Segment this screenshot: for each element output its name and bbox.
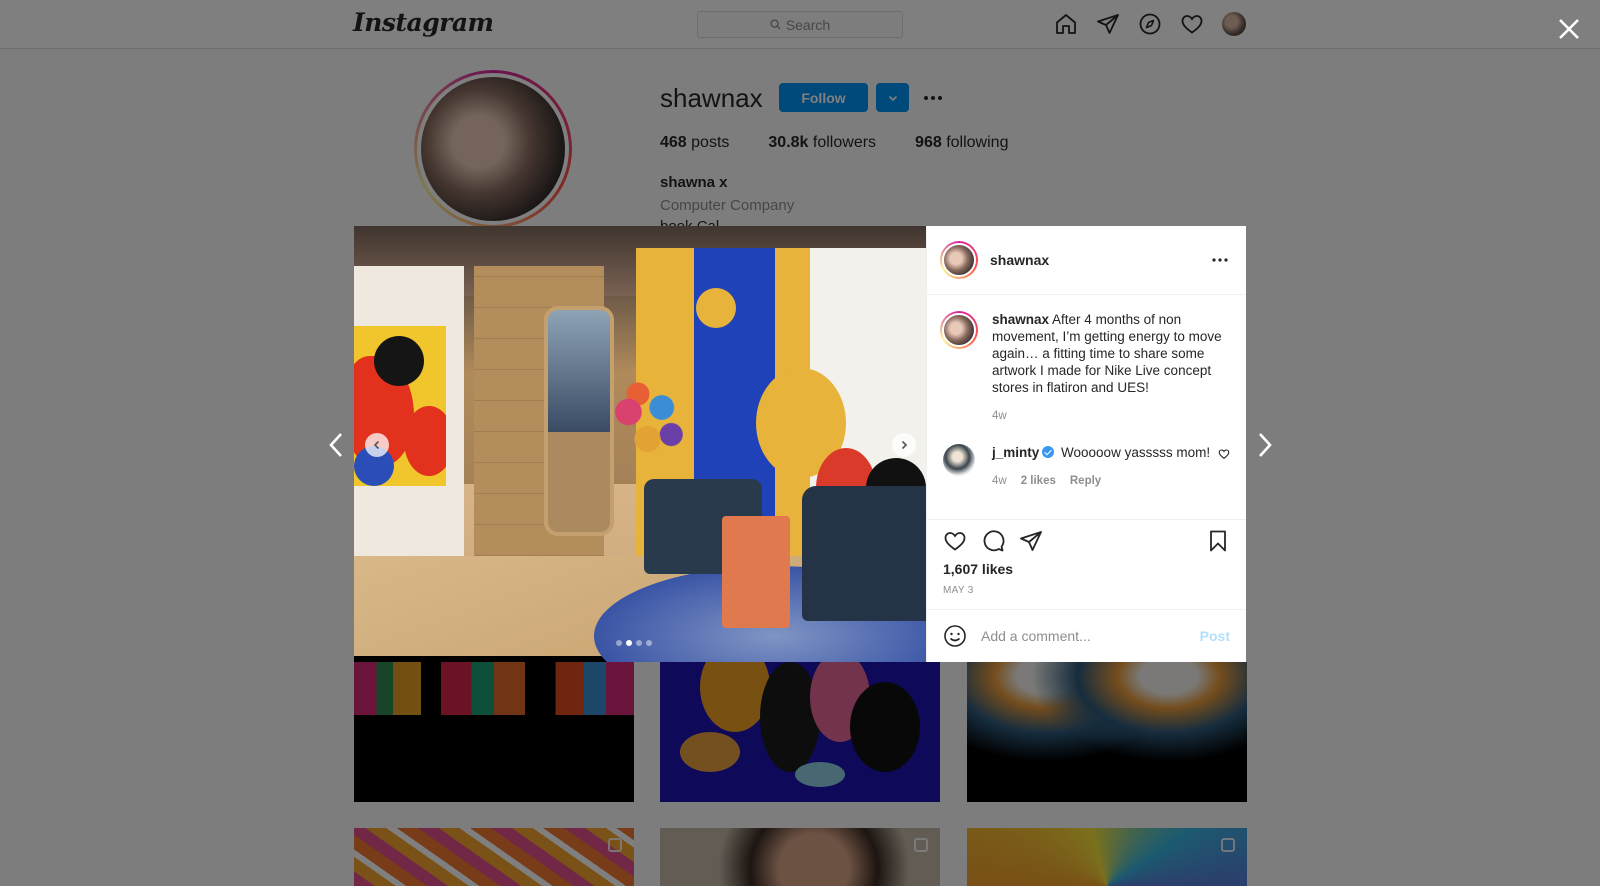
carousel-next-button[interactable] bbox=[892, 433, 916, 457]
verified-badge-icon bbox=[1042, 446, 1055, 458]
like-heart-icon[interactable] bbox=[943, 529, 967, 553]
post-photo bbox=[354, 226, 926, 662]
carousel-indicators bbox=[616, 640, 652, 646]
previous-post-arrow-icon[interactable] bbox=[323, 430, 349, 460]
carousel-previous-button[interactable] bbox=[365, 433, 389, 457]
comment-reply-button[interactable]: Reply bbox=[1070, 473, 1101, 490]
post-comment-button[interactable]: Post bbox=[1200, 628, 1230, 644]
post-sidebar: shawnax shawnax After 4 months of non mo… bbox=[926, 226, 1246, 662]
comment-likes[interactable]: 2 likes bbox=[1021, 473, 1056, 490]
comment-item: j_minty Wooooow yasssss mom! 4w 2 likes … bbox=[940, 444, 1230, 490]
comment-like-heart-icon[interactable] bbox=[1218, 448, 1230, 460]
caption-username[interactable]: shawnax bbox=[992, 312, 1049, 327]
commenter-avatar[interactable] bbox=[943, 444, 975, 476]
post-date[interactable]: MAY 3 bbox=[943, 585, 1230, 596]
carousel-dot bbox=[646, 640, 652, 646]
carousel-dot bbox=[616, 640, 622, 646]
chevron-left-icon bbox=[373, 440, 380, 450]
author-avatar[interactable] bbox=[940, 241, 978, 279]
next-post-arrow-icon[interactable] bbox=[1252, 430, 1278, 460]
more-options-icon[interactable] bbox=[1210, 250, 1230, 270]
bookmark-icon[interactable] bbox=[1206, 529, 1230, 553]
carousel-dot bbox=[636, 640, 642, 646]
caption-time[interactable]: 4w bbox=[992, 408, 1007, 425]
post-media[interactable] bbox=[354, 226, 926, 662]
comments-section[interactable]: shawnax After 4 months of non movement, … bbox=[927, 295, 1246, 520]
add-comment-bar: Post bbox=[927, 610, 1246, 662]
carousel-dot bbox=[626, 640, 632, 646]
caption: shawnax After 4 months of non movement, … bbox=[940, 311, 1230, 425]
comment-username[interactable]: j_minty bbox=[992, 445, 1039, 460]
add-comment-input[interactable] bbox=[981, 628, 1200, 644]
post-modal: shawnax shawnax After 4 months of non mo… bbox=[354, 226, 1246, 662]
chevron-right-icon bbox=[901, 440, 908, 450]
comment-icon[interactable] bbox=[981, 529, 1005, 553]
close-icon[interactable] bbox=[1556, 16, 1582, 42]
post-actions: 1,607 likes MAY 3 bbox=[927, 520, 1246, 610]
post-header: shawnax bbox=[927, 226, 1246, 295]
author-username[interactable]: shawnax bbox=[990, 252, 1049, 268]
likes-count[interactable]: 1,607 likes bbox=[943, 561, 1230, 577]
comment-text: Wooooow yasssss mom! bbox=[1061, 445, 1211, 460]
emoji-icon[interactable] bbox=[943, 624, 967, 648]
caption-author-avatar[interactable] bbox=[940, 311, 978, 349]
share-paper-plane-icon[interactable] bbox=[1019, 529, 1043, 553]
comment-time[interactable]: 4w bbox=[992, 473, 1007, 490]
